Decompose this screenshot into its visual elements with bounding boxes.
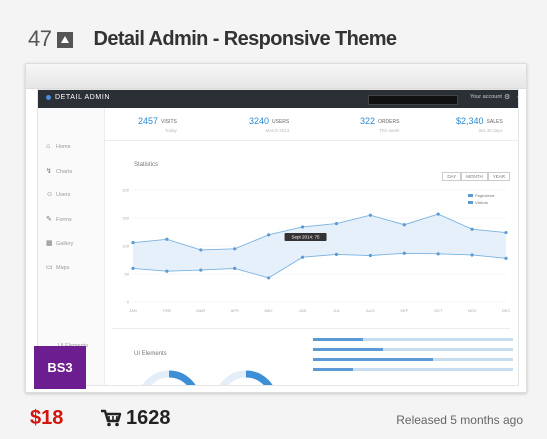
item-title[interactable]: Detail Admin - Responsive Theme	[93, 28, 397, 51]
cart-icon	[101, 409, 122, 427]
progress-bar	[313, 368, 513, 371]
item-header: 47 Detail Admin - Responsive Theme	[28, 24, 397, 54]
rank-up-icon	[57, 32, 74, 48]
rank-number: 47	[28, 26, 52, 51]
progress-bar	[313, 338, 513, 341]
bootstrap3-badge: BS3	[34, 346, 86, 389]
preview-card[interactable]: DETAIL ADMIN Your account ⚙ ➜ ⌂Home ↯Cha…	[25, 63, 527, 393]
progress-bar	[313, 348, 513, 351]
release-date: Released 5 months ago	[396, 413, 523, 427]
progress-bar	[313, 358, 513, 361]
card-topbar	[26, 64, 526, 89]
item-footer: $18 1628 Released 5 months ago	[30, 405, 523, 431]
gauge-arc	[168, 370, 196, 385]
item-price: $18	[30, 407, 64, 429]
sales-count: 1628	[126, 407, 171, 429]
theme-screenshot: DETAIL ADMIN Your account ⚙ ➜ ⌂Home ↯Cha…	[37, 89, 519, 386]
